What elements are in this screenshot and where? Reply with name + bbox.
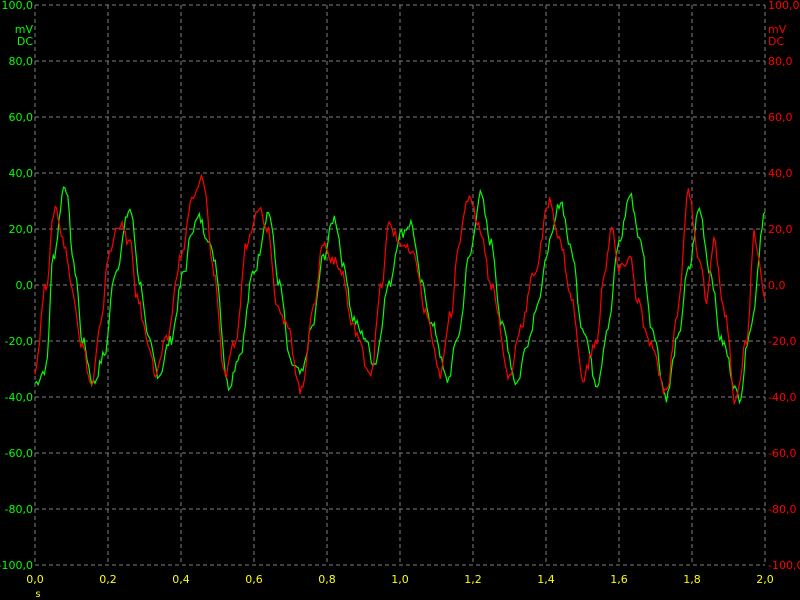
right-y-tick-label: 0,0: [768, 279, 786, 292]
left-coupling-label: DC: [17, 35, 33, 48]
left-y-tick-label: 60,0: [9, 111, 34, 124]
left-y-tick-label: -80,0: [5, 503, 33, 516]
right-y-tick-label: 60,0: [768, 111, 793, 124]
left-y-tick-label: -40,0: [5, 391, 33, 404]
right-y-tick-label: -100,0: [768, 559, 800, 572]
left-y-tick-label: -100,0: [0, 559, 33, 572]
right-y-tick-label: -60,0: [768, 447, 796, 460]
x-tick-label: 1,0: [391, 573, 409, 586]
x-tick-label: 2,0: [756, 573, 774, 586]
left-y-tick-label: 80,0: [9, 55, 34, 68]
right-coupling-label: DC: [768, 35, 784, 48]
right-y-tick-label: -40,0: [768, 391, 796, 404]
x-tick-label: 1,2: [464, 573, 482, 586]
x-tick-label: 0,4: [172, 573, 190, 586]
x-tick-label: 1,6: [610, 573, 628, 586]
right-y-tick-label: -20,0: [768, 335, 796, 348]
right-y-tick-label: -80,0: [768, 503, 796, 516]
right-y-tick-label: 100,0: [768, 0, 800, 12]
x-tick-label: 1,4: [537, 573, 555, 586]
x-tick-label: 0,8: [318, 573, 336, 586]
x-tick-label: 0,0: [26, 573, 44, 586]
left-y-tick-label: -20,0: [5, 335, 33, 348]
grid: [34, 4, 766, 566]
left-y-tick-label: 20,0: [9, 223, 34, 236]
x-axis-unit-label: s: [35, 589, 40, 600]
x-tick-label: 1,8: [683, 573, 701, 586]
left-y-tick-label: 100,0: [2, 0, 34, 12]
left-y-tick-label: 0,0: [16, 279, 34, 292]
left-y-tick-label: 40,0: [9, 167, 34, 180]
left-y-tick-label: -60,0: [5, 447, 33, 460]
right-y-tick-label: 40,0: [768, 167, 793, 180]
right-y-tick-label: 80,0: [768, 55, 793, 68]
oscilloscope-chart: mV DC mV DC s 0,0 0,2 0,4 0,6 0,8 1,0 1,2 1,4 1,…: [0, 0, 800, 600]
right-y-tick-label: 20,0: [768, 223, 793, 236]
chart-svg: mV DC mV DC s 0,0 0,2 0,4 0,6 0,8 1,0 1,2 1,4 1,…: [0, 0, 800, 600]
x-tick-label: 0,6: [245, 573, 263, 586]
x-tick-label: 0,2: [99, 573, 117, 586]
